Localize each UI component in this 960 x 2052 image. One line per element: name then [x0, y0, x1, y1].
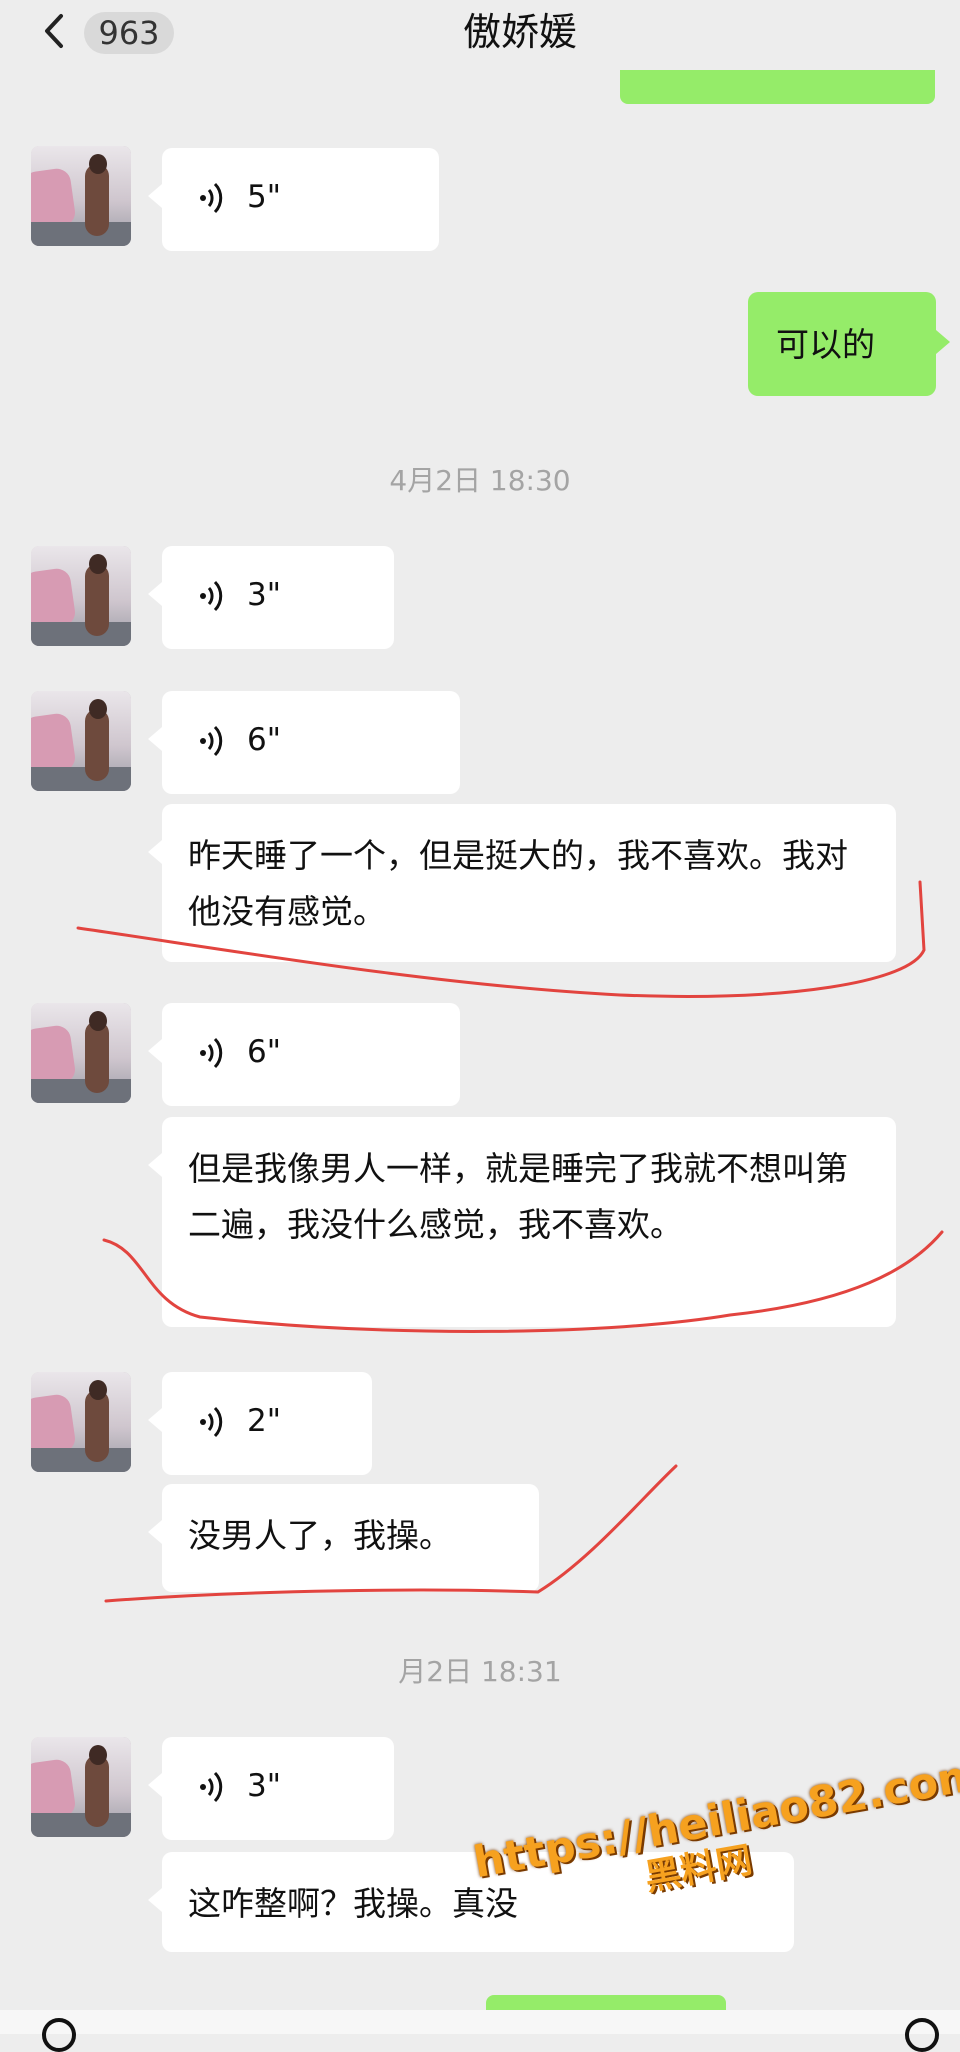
avatar[interactable] — [31, 1003, 131, 1103]
avatar[interactable] — [31, 146, 131, 246]
voice-duration: 3" — [247, 577, 281, 613]
chat-header: 963 傲娇媛 — [0, 0, 960, 70]
voice-message[interactable]: 5" — [148, 148, 439, 251]
sent-message[interactable]: 可以的 — [748, 292, 950, 396]
voice-icon — [200, 580, 223, 612]
voice-duration: 2" — [247, 1403, 281, 1439]
voice-message[interactable]: 3" — [148, 546, 394, 649]
timestamp: 4月2日 18:30 — [389, 464, 571, 497]
voice-message[interactable]: 6" — [148, 1003, 460, 1106]
more-options-icon[interactable] — [905, 2018, 939, 2052]
next-sent-message — [486, 1995, 726, 2010]
unread-badge: 963 — [84, 12, 174, 54]
voice-duration: 6" — [247, 722, 281, 758]
voice-message[interactable]: 3" — [148, 1737, 394, 1840]
voice-input-icon[interactable] — [42, 2018, 76, 2052]
avatar[interactable] — [31, 1372, 131, 1472]
voice-icon — [200, 182, 223, 214]
voice-duration: 3" — [247, 1768, 281, 1804]
voice-icon — [200, 725, 223, 757]
input-bar — [0, 2010, 960, 2034]
voice-icon — [200, 1037, 223, 1069]
avatar[interactable] — [31, 1737, 131, 1837]
voice-icon — [200, 1771, 223, 1803]
received-message[interactable]: 昨天睡了一个，但是挺大的，我不喜欢。我对他没有感觉。 — [148, 804, 896, 962]
voice-message[interactable]: 2" — [148, 1372, 372, 1475]
previous-sent-message — [620, 70, 935, 104]
chevron-left-icon[interactable] — [36, 12, 74, 50]
received-message[interactable]: 但是我像男人一样，就是睡完了我就不想叫第二遍，我没什么感觉，我不喜欢。 — [148, 1117, 896, 1327]
avatar[interactable] — [31, 691, 131, 791]
chat-title: 傲娇媛 — [462, 10, 577, 54]
voice-message[interactable]: 6" — [148, 691, 460, 794]
avatar[interactable] — [31, 546, 131, 646]
voice-icon — [200, 1406, 223, 1438]
voice-duration: 5" — [247, 179, 281, 215]
voice-duration: 6" — [247, 1034, 281, 1070]
timestamp: 月2日 18:31 — [398, 1655, 562, 1688]
received-message[interactable]: 没男人了，我操。 — [148, 1484, 539, 1592]
